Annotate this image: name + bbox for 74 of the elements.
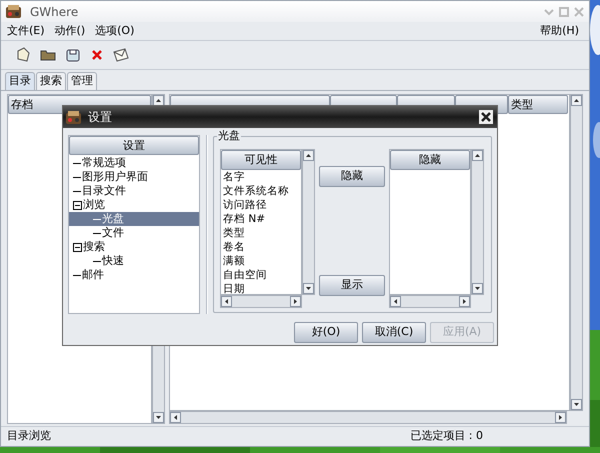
scroll-up-icon[interactable] <box>303 150 314 161</box>
vertical-scrollbar[interactable] <box>471 149 484 295</box>
scroll-right-icon[interactable] <box>290 296 301 307</box>
vertical-scrollbar[interactable] <box>302 149 315 295</box>
collapse-icon[interactable] <box>73 200 82 210</box>
list-item[interactable]: 名字 <box>221 170 301 184</box>
tab[interactable]: 管理 <box>67 72 97 90</box>
tree-label: 常规选项 <box>82 156 126 170</box>
list-item[interactable]: 满额 <box>221 254 301 268</box>
tree-label: 图形用户界面 <box>82 170 148 184</box>
list-item[interactable]: 类型 <box>221 226 301 240</box>
scroll-down-icon[interactable] <box>303 283 314 294</box>
horizontal-scrollbar[interactable] <box>169 411 567 424</box>
scroll-down-icon[interactable] <box>571 399 582 410</box>
collapse-icon[interactable] <box>73 242 82 252</box>
dialog-button[interactable]: 好(O) <box>294 322 358 343</box>
tab[interactable]: 目录 <box>5 72 35 90</box>
tree-item[interactable]: 邮件 <box>69 268 199 282</box>
envelope-icon[interactable] <box>113 47 129 63</box>
status-text: 目录浏览 <box>7 428 51 444</box>
tree-label: 光盘 <box>102 212 124 226</box>
menu-item[interactable]: 帮助(H) <box>540 22 579 40</box>
tree-item[interactable]: 光盘 <box>69 212 199 226</box>
menu-item[interactable]: 选项(O) <box>95 22 134 40</box>
scroll-left-icon[interactable] <box>170 412 181 423</box>
tree-label: 快速 <box>102 254 124 268</box>
scroll-up-icon[interactable] <box>571 95 582 106</box>
list-item[interactable]: 自由空间 <box>221 268 301 282</box>
status-text: 已选定项目 : 0 <box>410 428 483 444</box>
list-item[interactable]: 卷名 <box>221 240 301 254</box>
hide-button[interactable]: 隐藏 <box>319 166 385 187</box>
scroll-down-icon[interactable] <box>472 283 483 294</box>
delete-icon[interactable] <box>90 48 104 62</box>
horizontal-scrollbar[interactable] <box>389 295 471 308</box>
tree-item[interactable]: 图形用户界面 <box>69 170 199 184</box>
app-icon <box>65 110 82 124</box>
scroll-up-icon[interactable] <box>153 95 164 106</box>
window-title: GWhere <box>30 4 78 20</box>
show-button[interactable]: 显示 <box>319 275 385 296</box>
horizontal-scrollbar[interactable] <box>220 295 302 308</box>
dialog-button[interactable]: 取消(C) <box>362 322 426 343</box>
app-icon <box>5 4 22 19</box>
tree-item[interactable]: 快速 <box>69 254 199 268</box>
sheet-icon[interactable] <box>15 47 31 63</box>
list-header[interactable]: 隐藏 <box>390 150 470 170</box>
tree-label: 浏览 <box>83 198 105 212</box>
tree-label: 文件 <box>102 226 124 240</box>
scroll-right-icon[interactable] <box>459 296 470 307</box>
menu-item[interactable]: 文件(E) <box>7 22 45 40</box>
list-item[interactable]: 存档 N# <box>221 212 301 226</box>
scroll-down-icon[interactable] <box>153 412 164 423</box>
tree-label: 搜索 <box>83 240 105 254</box>
vertical-scrollbar[interactable] <box>570 94 583 411</box>
tab[interactable]: 搜索 <box>36 72 66 90</box>
tree-item[interactable]: 搜索 <box>69 240 199 254</box>
scroll-right-icon[interactable] <box>555 412 566 423</box>
scroll-left-icon[interactable] <box>221 296 232 307</box>
tree-item[interactable]: 常规选项 <box>69 156 199 170</box>
scroll-up-icon[interactable] <box>472 150 483 161</box>
column-header[interactable]: 类型 <box>508 95 568 114</box>
tree-label: 目录文件 <box>82 184 126 198</box>
menu-item[interactable]: 动作() <box>54 22 86 40</box>
list-item[interactable]: 日期 <box>221 282 301 294</box>
list-item[interactable]: 访问路径 <box>221 198 301 212</box>
tree-item[interactable]: 目录文件 <box>69 184 199 198</box>
tree-label: 邮件 <box>82 268 104 282</box>
list-header[interactable]: 可见性 <box>221 150 301 170</box>
tree-item[interactable]: 文件 <box>69 226 199 240</box>
tree-header[interactable]: 设置 <box>69 136 199 155</box>
scroll-left-icon[interactable] <box>390 296 401 307</box>
frame-title: 光盘 <box>217 129 241 143</box>
list-item[interactable]: 文件系统名称 <box>221 184 301 198</box>
tree-item[interactable]: 浏览 <box>69 198 199 212</box>
close-icon[interactable] <box>479 110 493 124</box>
